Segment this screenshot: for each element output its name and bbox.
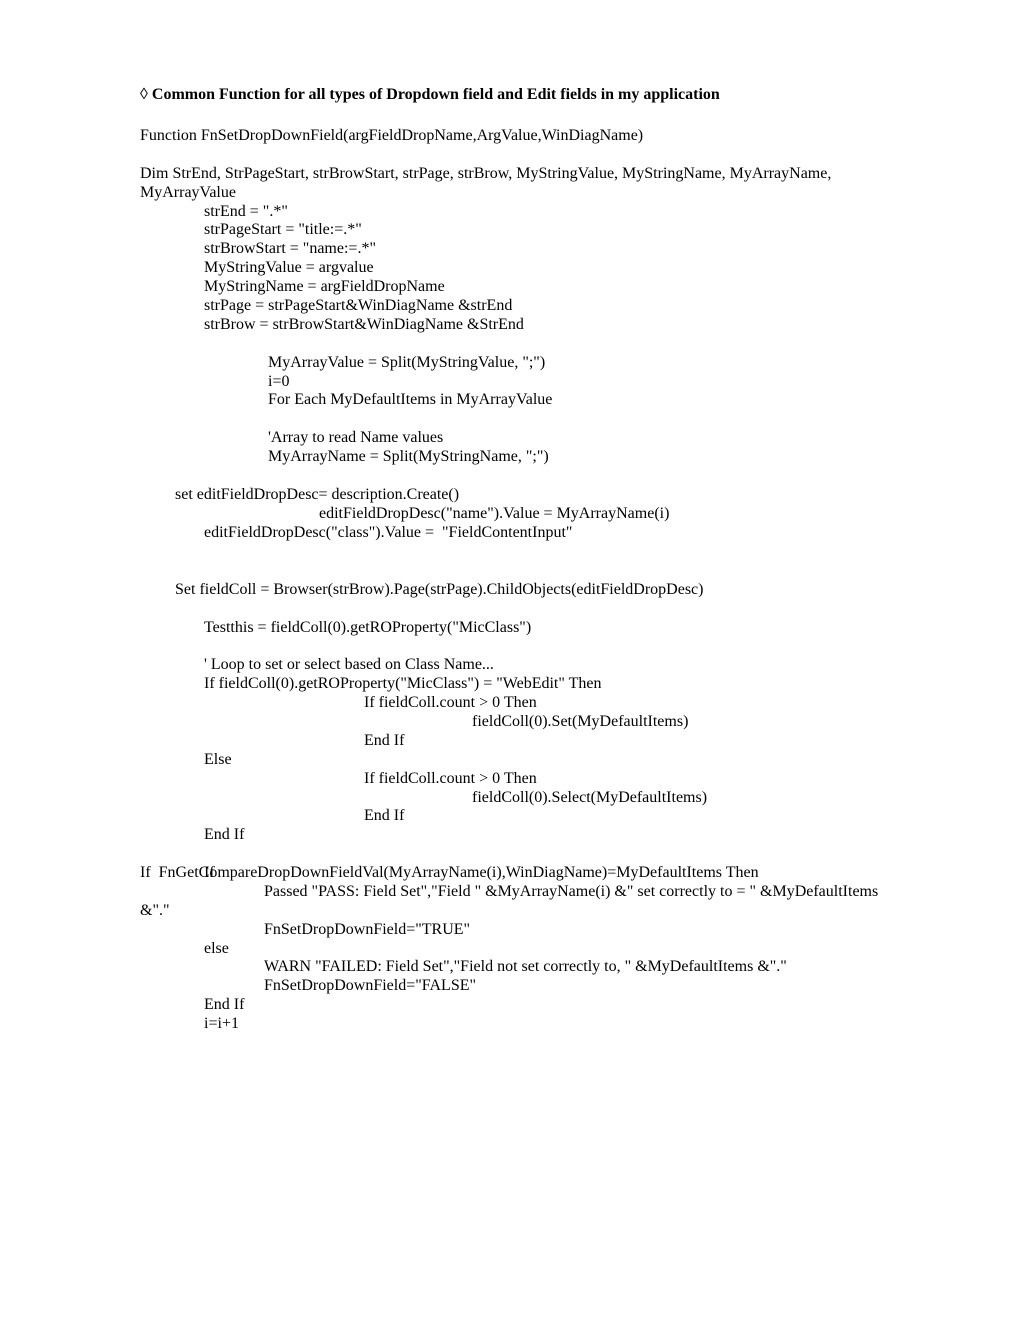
code-line: strPageStart = "title:=.*" (204, 221, 880, 240)
code-line: Passed "PASS: Field Set","Field " &MyArr… (140, 883, 880, 921)
code-line: i=i+1 (204, 1015, 880, 1034)
code-line: WARN "FAILED: Field Set","Field not set … (140, 958, 880, 977)
code-line: MyArrayValue = Split(MyStringValue, ";") (268, 354, 880, 373)
code-line: 'Array to read Name values (268, 429, 880, 448)
code-line: If fieldColl.count > 0 Then (204, 694, 880, 713)
code-line: strPage = strPageStart&WinDiagName &strE… (204, 297, 880, 316)
code-line: End If (204, 826, 880, 845)
code-line: fieldColl(0).Select(MyDefaultItems) (204, 789, 880, 808)
code-line: else (140, 940, 880, 959)
bullet-diamond-icon: ◊ (140, 86, 152, 103)
code-line: MyStringName = argFieldDropName (204, 278, 880, 297)
code-line: ' Loop to set or select based on Class N… (204, 656, 880, 675)
code-line: MyStringValue = argvalue (204, 259, 880, 278)
code-line: fieldColl(0).Set(MyDefaultItems) (204, 713, 880, 732)
code-line: If fieldColl(0).getROProperty("MicClass"… (204, 675, 880, 694)
code-line: set editFieldDropDesc= description.Creat… (175, 486, 880, 505)
document-title: ◊ Common Function for all types of Dropd… (140, 86, 880, 105)
code-line: editFieldDropDesc("name").Value = MyArra… (175, 505, 880, 524)
code-line: strEnd = ".*" (204, 203, 880, 222)
code-line: Else (204, 751, 880, 770)
code-line: Function FnSetDropDownField(argFieldDrop… (140, 127, 880, 146)
code-line: strBrow = strBrowStart&WinDiagName &StrE… (204, 316, 880, 335)
code-line: If fieldColl.count > 0 Then (204, 770, 880, 789)
code-line: i=0 (268, 373, 880, 392)
code-line: MyArrayName = Split(MyStringName, ";") (268, 448, 880, 467)
code-line: strBrowStart = "name:=.*" (204, 240, 880, 259)
title-text: Common Function for all types of Dropdow… (152, 86, 720, 103)
code-line: For Each MyDefaultItems in MyArrayValue (268, 391, 880, 410)
code-line: Testthis = fieldColl(0).getROProperty("M… (204, 619, 880, 638)
code-line: End If (204, 807, 880, 826)
code-line: Set fieldColl = Browser(strBrow).Page(st… (175, 581, 880, 600)
code-line: FnSetDropDownField="FALSE" (140, 977, 880, 996)
code-line: If FnGetCompareDropDownFieldVal(MyArrayN… (140, 864, 880, 883)
code-line: Dim StrEnd, StrPageStart, strBrowStart, … (140, 165, 880, 203)
code-line: End If (204, 996, 880, 1015)
code-line: FnSetDropDownField="TRUE" (140, 921, 880, 940)
code-line: End If (204, 732, 880, 751)
code-line: editFieldDropDesc("class").Value = "Fiel… (204, 524, 880, 543)
